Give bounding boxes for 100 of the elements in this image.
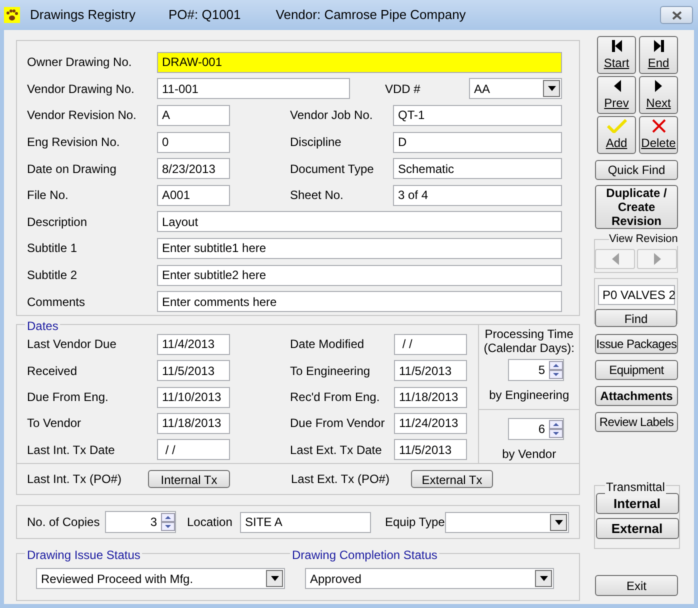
nav-button[interactable]: Start [597,36,636,74]
field-label: Date on Drawing [27,160,118,178]
field-label: Last Int. Tx (PO#) [27,471,122,488]
date-field[interactable]: 11/18/2013 [157,412,230,434]
field-label: No. of Copies [27,514,101,531]
field-label: Vendor Drawing No. [27,80,136,98]
field-label: Subtitle 2 [27,267,78,284]
close-button[interactable] [660,6,693,24]
date-field[interactable]: / / [157,439,230,460]
field-label: Due From Eng. [27,389,110,406]
left-triangle-icon [612,253,618,265]
spin-arrows-icon [549,361,564,379]
exit-button[interactable]: Exit [595,575,678,596]
transmittal-button[interactable]: External [596,518,678,539]
field-label: Eng Revision No. [27,134,121,152]
text-field[interactable]: A001 [157,184,230,206]
field-label: Last Ext. Tx Date [290,442,383,459]
spin-arrows-icon [549,420,564,438]
group-legend: View Revision [609,232,678,246]
date-field[interactable]: 11/5/2013 [394,360,467,382]
po-number: PO#: Q1001 [168,6,241,24]
tx-button[interactable]: External Tx [411,470,493,488]
field-label: Due From Vendor [290,415,386,432]
date-field[interactable]: 11/4/2013 [157,334,230,355]
field-label: Last Ext. Tx (PO#) [291,471,390,488]
field-label: Equip Type [385,514,445,531]
field-label: Description [27,214,88,231]
skip-forward-icon [652,39,664,53]
text-field[interactable]: A [157,104,230,126]
text-field[interactable]: Enter subtitle1 here [157,238,562,259]
tx-button[interactable]: Internal Tx [148,470,230,488]
field-label: To Engineering [290,362,372,380]
nav-button[interactable]: Add [597,116,636,154]
date-field[interactable]: 11/5/2013 [157,360,230,382]
left-triangle-icon [612,79,620,93]
field-label: Subtitle 1 [27,240,78,258]
field-label: by Vendor [502,446,556,463]
field-label: Discipline [290,134,342,152]
nav-button[interactable]: End [639,36,678,74]
close-icon [672,10,682,20]
checkmark-icon [606,119,626,133]
field-label: Vendor Revision No. [27,107,138,124]
spinner-field[interactable]: 3 [105,511,176,533]
side-button[interactable]: Issue Packages [595,334,678,354]
date-field[interactable]: 11/5/2013 [394,439,467,460]
transmittal-button[interactable]: Internal [596,493,678,514]
right-triangle-icon [654,79,662,93]
date-field[interactable]: 11/24/2013 [394,412,467,434]
status-dropdown[interactable]: Reviewed Proceed with Mfg. [36,568,285,589]
field-label: by Engineering [489,387,570,404]
vdd-dropdown[interactable]: AA [469,78,562,100]
date-field[interactable]: 11/10/2013 [157,386,230,408]
field-label: Owner Drawing No. [27,54,133,72]
find-field[interactable]: P0 VALVES 2 [598,285,674,305]
text-field[interactable]: Layout [157,211,562,232]
date-field[interactable]: 11/18/2013 [394,386,467,408]
date-field[interactable]: / / [394,334,467,355]
side-button[interactable]: Equipment [595,360,678,380]
text-field[interactable]: 8/23/2013 [157,158,230,180]
location-field[interactable]: SITE A [240,512,371,532]
field-label: Comments [27,294,86,311]
equip-type-dropdown[interactable] [445,512,569,532]
text-field[interactable]: 11-001 [157,78,350,100]
field-label: Location [187,514,234,531]
field-label: Last Int. Tx Date [27,442,116,459]
status-dropdown[interactable]: Approved [305,568,554,589]
field-label: Vendor Job No. [290,107,374,124]
window-title: Drawings Registry [30,6,136,24]
text-field[interactable]: D [393,132,562,153]
field-label: File No. [27,187,70,204]
cross-icon [650,119,666,133]
spin-arrows-icon [161,513,175,531]
spinner-field[interactable]: 6 [508,418,564,440]
side-button[interactable]: Attachments [595,386,678,406]
text-field[interactable]: 0 [157,132,230,153]
skip-back-icon [610,39,622,53]
text-field[interactable]: Enter comments here [157,291,562,312]
processing-time-label: Processing Time (Calendar Days): [482,327,576,355]
paw-print-icon [4,7,20,23]
nav-button[interactable]: Delete [639,116,678,154]
text-field[interactable]: Enter subtitle2 here [157,264,562,286]
field-label: Received [27,362,78,380]
text-field[interactable]: 3 of 4 [393,184,562,206]
vendor-name: Vendor: Camrose Pipe Company [276,6,466,24]
nav-button[interactable]: Next [639,76,678,114]
text-field[interactable]: QT-1 [393,104,562,126]
text-field[interactable]: DRAW-001 [157,52,562,73]
nav-button[interactable]: Prev [597,76,636,114]
right-triangle-icon [654,253,660,265]
spinner-field[interactable]: 5 [508,359,564,381]
field-label: Rec'd From Eng. [290,389,381,406]
field-label: To Vendor [27,415,82,432]
text-field[interactable]: Schematic [393,158,562,180]
field-label: Sheet No. [290,187,344,204]
quick-find-button[interactable]: Quick Find [595,160,678,180]
duplicate-button[interactable]: Duplicate / Create Revision [595,185,678,229]
side-button[interactable]: Review Labels [595,412,678,432]
field-label: VDD # [385,80,422,98]
find-button[interactable]: Find [595,309,677,327]
field-label: Last Vendor Due [27,336,118,354]
